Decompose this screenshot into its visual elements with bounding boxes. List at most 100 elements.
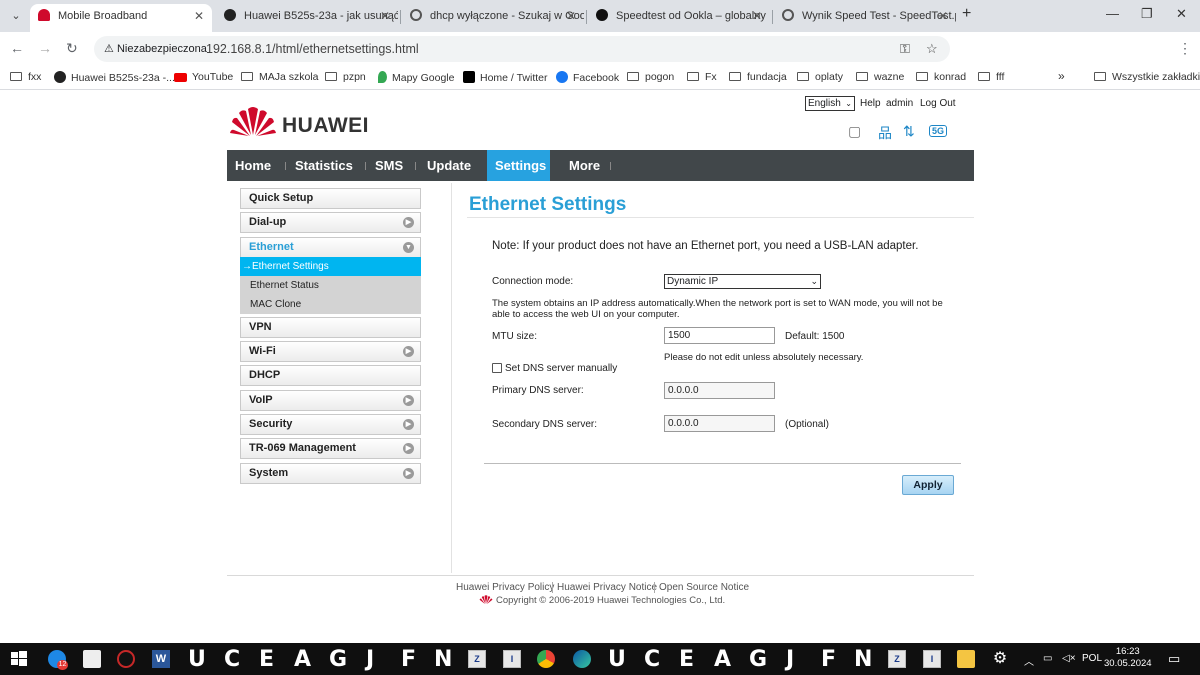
nav-update[interactable]: Update xyxy=(419,150,479,181)
tab-mobile-broadband[interactable]: Mobile Broadband ✕ xyxy=(30,4,212,32)
close-icon[interactable]: ✕ xyxy=(380,4,390,28)
open-source-notice-link[interactable]: Open Source Notice xyxy=(659,582,749,593)
menu-kebab-icon[interactable]: ⋮ xyxy=(1178,40,1192,57)
tab-dhcp-search[interactable]: dhcp wyłączone - Szukaj w Goo ✕ xyxy=(402,4,584,32)
submenu-mac-clone[interactable]: MAC Clone xyxy=(240,295,421,314)
sidebar-item-wifi[interactable]: Wi-Fi ▶ xyxy=(240,341,421,362)
input-language[interactable]: POL xyxy=(1082,653,1102,664)
system-clock[interactable]: 16:23 30.05.2024 xyxy=(1104,646,1152,670)
battery-icon[interactable]: ▭ xyxy=(1043,653,1052,664)
sidebar-item-dhcp[interactable]: DHCP xyxy=(240,365,421,386)
taskbar-letter[interactable]: E xyxy=(679,647,694,672)
nav-more[interactable]: More xyxy=(561,150,608,181)
taskbar-letter[interactable]: F xyxy=(821,647,836,672)
submenu-ethernet-settings[interactable]: →Ethernet Settings xyxy=(240,257,421,276)
submenu-ethernet-status[interactable]: Ethernet Status xyxy=(240,276,421,295)
taskbar-z-icon[interactable]: Z xyxy=(468,650,486,668)
nav-home[interactable]: Home xyxy=(227,150,279,181)
word-icon[interactable]: W xyxy=(152,650,170,668)
sidebar-item-system[interactable]: System ▶ xyxy=(240,463,421,484)
mtu-input[interactable]: 1500 xyxy=(664,327,775,344)
taskbar-letter[interactable]: J xyxy=(366,647,374,672)
settings-gear-icon[interactable]: ⚙ xyxy=(991,650,1009,668)
bookmark-item[interactable]: YouTube xyxy=(174,71,233,83)
chrome-icon[interactable] xyxy=(537,650,555,668)
taskbar-i-icon[interactable]: I xyxy=(923,650,941,668)
taskbar-letter[interactable]: N xyxy=(434,647,452,672)
sidebar-item-ethernet[interactable]: Ethernet ▼ xyxy=(240,237,421,258)
taskbar-letter[interactable]: G xyxy=(329,647,347,672)
bookmark-item[interactable]: fxx xyxy=(10,71,41,83)
bookmark-item[interactable]: konrad xyxy=(916,71,966,83)
nav-statistics[interactable]: Statistics xyxy=(287,150,361,181)
taskbar-letter[interactable]: U xyxy=(608,647,626,672)
close-icon[interactable]: ✕ xyxy=(566,4,576,28)
bookmark-item[interactable]: pzpn xyxy=(325,71,366,83)
camera-app-icon[interactable] xyxy=(83,650,101,668)
sidebar-item-dial-up[interactable]: Dial-up ▶ xyxy=(240,212,421,233)
bookmark-item[interactable]: Mapy Google xyxy=(378,71,454,84)
app-a-icon[interactable] xyxy=(117,650,135,668)
restore-icon[interactable]: ❐ xyxy=(1141,6,1153,22)
primary-dns-input[interactable]: 0.0.0.0 xyxy=(664,382,775,399)
bookmark-star-icon[interactable]: ☆ xyxy=(926,41,938,57)
bookmark-item[interactable]: pogon xyxy=(627,71,674,83)
tab-speedtest-ookla[interactable]: Speedtest od Ookla – globalny ✕ xyxy=(588,4,770,32)
sidebar-item-tr069[interactable]: TR-069 Management ▶ xyxy=(240,438,421,459)
forward-icon[interactable]: → xyxy=(38,40,52,56)
bookmark-item[interactable]: fundacja xyxy=(729,71,787,83)
sidebar-item-vpn[interactable]: VPN xyxy=(240,317,421,338)
bookmark-item[interactable]: Huawei B525s-23a -... xyxy=(54,71,175,84)
nav-sms[interactable]: SMS xyxy=(367,150,411,181)
taskbar-letter[interactable]: G xyxy=(749,647,767,672)
bookmark-item[interactable]: Home / Twitter xyxy=(463,71,548,84)
windows-start-icon[interactable] xyxy=(10,650,28,668)
security-indicator[interactable]: ⚠ Niezabezpieczona xyxy=(100,40,213,58)
dns-manual-checkbox[interactable] xyxy=(492,363,502,373)
taskbar-letter[interactable]: C xyxy=(644,647,660,672)
sidebar-item-quick-setup[interactable]: Quick Setup xyxy=(240,188,421,209)
privacy-policy-link[interactable]: Huawei Privacy Policy xyxy=(456,582,554,593)
bookmark-item[interactable]: Fx xyxy=(687,71,717,83)
close-window-icon[interactable]: ✕ xyxy=(1176,6,1187,22)
taskbar-letter[interactable]: A xyxy=(714,647,731,672)
taskbar-letter[interactable]: J xyxy=(786,647,794,672)
taskbar-letter[interactable]: N xyxy=(854,647,872,672)
language-select[interactable]: English ⌄ xyxy=(805,96,855,111)
tab-huawei-b525[interactable]: Huawei B525s-23a - jak usunąć ✕ xyxy=(216,4,398,32)
privacy-notice-link[interactable]: Huawei Privacy Notice xyxy=(557,582,657,593)
all-bookmarks-folder[interactable]: Wszystkie zakładki xyxy=(1094,71,1200,83)
more-bookmarks-button[interactable]: » xyxy=(1058,69,1065,83)
new-tab-button[interactable]: + xyxy=(962,5,971,23)
file-explorer-icon[interactable] xyxy=(957,650,975,668)
taskbar-i-icon[interactable]: I xyxy=(503,650,521,668)
bookmark-item[interactable]: Facebook xyxy=(556,71,619,84)
bookmark-item[interactable]: fff xyxy=(978,71,1004,83)
back-icon[interactable]: ← xyxy=(10,40,24,56)
taskbar-letter[interactable]: E xyxy=(259,647,274,672)
taskbar-z-icon[interactable]: Z xyxy=(888,650,906,668)
minimize-icon[interactable]: — xyxy=(1106,6,1119,21)
password-key-icon[interactable]: ⚿ xyxy=(900,41,910,57)
taskbar-letter[interactable]: U xyxy=(188,647,206,672)
chevron-up-icon[interactable]: ︿ xyxy=(1024,653,1034,668)
bookmark-item[interactable]: oplaty xyxy=(797,71,843,83)
notifications-icon[interactable]: ▭ xyxy=(1168,651,1180,667)
taskbar-letter[interactable]: C xyxy=(224,647,240,672)
bookmark-item[interactable]: wazne xyxy=(856,71,904,83)
url-text[interactable]: 192.168.8.1/html/ethernetsettings.html xyxy=(206,42,419,56)
taskbar-letter[interactable]: F xyxy=(401,647,416,672)
volume-muted-icon[interactable]: ◁× xyxy=(1062,653,1076,664)
tab-speedtest-result[interactable]: Wynik Speed Test - SpeedTest.p ✕ xyxy=(774,4,956,32)
close-icon[interactable]: ✕ xyxy=(752,4,762,28)
edge-icon[interactable] xyxy=(573,650,591,668)
sidebar-item-voip[interactable]: VoIP ▶ xyxy=(240,390,421,411)
logout-link[interactable]: Log Out xyxy=(920,98,956,109)
taskbar-letter[interactable]: A xyxy=(294,647,311,672)
apply-button[interactable]: Apply xyxy=(902,475,954,495)
reload-icon[interactable]: ↻ xyxy=(66,40,78,57)
connection-mode-select[interactable]: Dynamic IP ⌄ xyxy=(664,274,821,289)
nav-settings[interactable]: Settings xyxy=(487,150,550,181)
bookmark-item[interactable]: MAJa szkola xyxy=(241,71,319,83)
secondary-dns-input[interactable]: 0.0.0.0 xyxy=(664,415,775,432)
